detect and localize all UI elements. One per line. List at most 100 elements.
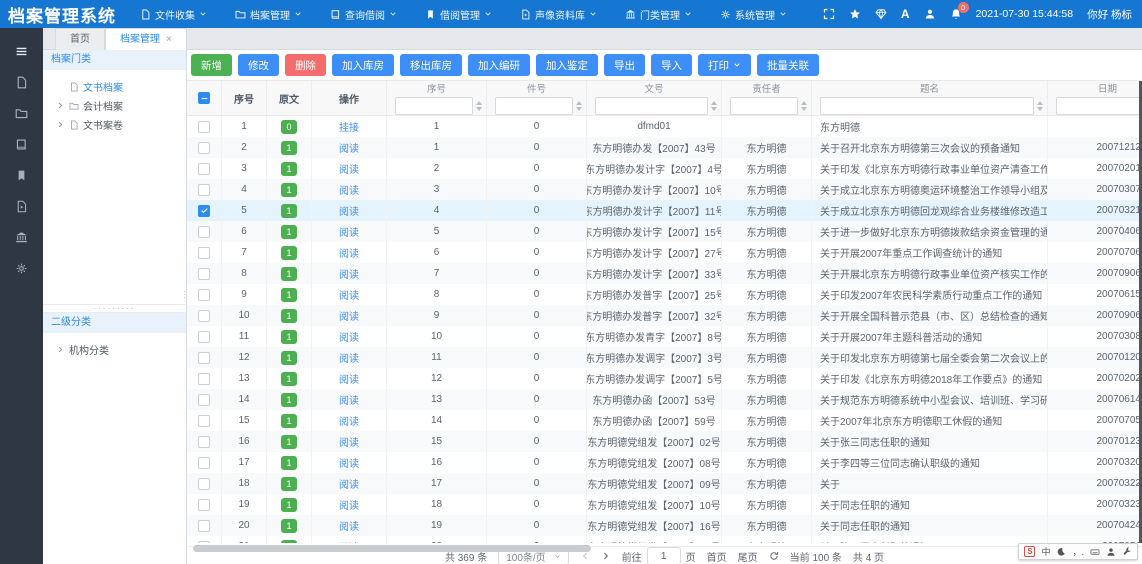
row-checkbox[interactable] <box>198 121 210 133</box>
borrow-management-icon[interactable] <box>0 160 43 191</box>
edit-button[interactable]: 修改 <box>238 54 279 76</box>
link-read[interactable]: 阅读 <box>339 518 359 533</box>
query-borrow-icon[interactable] <box>0 129 43 160</box>
link-read[interactable]: 阅读 <box>339 392 359 407</box>
link-read[interactable]: 阅读 <box>339 266 359 281</box>
sort-arrows[interactable] <box>476 101 482 111</box>
chevron-right-icon[interactable] <box>56 120 65 129</box>
tab-archive-management[interactable]: 档案管理× <box>105 28 187 50</box>
row-checkbox[interactable] <box>198 520 210 532</box>
bell-icon[interactable]: 0 <box>950 8 962 20</box>
link-read[interactable]: 阅读 <box>339 371 359 386</box>
refresh-icon[interactable] <box>769 551 779 561</box>
row-checkbox[interactable] <box>198 352 210 364</box>
link-read[interactable]: 阅读 <box>339 434 359 449</box>
link-read[interactable]: 阅读 <box>339 161 359 176</box>
link-read[interactable]: 阅读 <box>339 455 359 470</box>
ime-chinese-mode-icon[interactable]: 中 <box>1041 545 1050 558</box>
link-attach[interactable]: 挂接 <box>339 119 359 134</box>
remove-from-storeroom-button[interactable]: 移出库房 <box>400 54 462 76</box>
chevron-right-icon[interactable] <box>56 101 65 110</box>
link-read[interactable]: 阅读 <box>339 329 359 344</box>
row-checkbox[interactable] <box>198 457 210 469</box>
row-checkbox[interactable] <box>198 478 210 490</box>
row-checkbox[interactable] <box>198 394 210 406</box>
row-checkbox[interactable] <box>198 331 210 343</box>
ime-halfwidth-moon-icon[interactable] <box>1056 547 1066 557</box>
row-checkbox[interactable] <box>198 142 210 154</box>
theme-gem-icon[interactable] <box>875 8 887 20</box>
filter-input-责任者[interactable] <box>730 97 798 115</box>
ime-punctuation-icon[interactable]: ，. <box>1072 545 1084 558</box>
link-read[interactable]: 阅读 <box>339 308 359 323</box>
link-read[interactable]: 阅读 <box>339 287 359 302</box>
topnav-item-3[interactable]: 借阅管理 <box>425 7 492 22</box>
sort-arrows[interactable] <box>1037 101 1043 111</box>
row-checkbox[interactable] <box>198 541 210 544</box>
link-read[interactable]: 阅读 <box>339 224 359 239</box>
batch-link-button[interactable]: 批量关联 <box>757 54 819 76</box>
ime-logo-icon[interactable]: S <box>1024 546 1035 557</box>
link-read[interactable]: 阅读 <box>339 350 359 365</box>
link-read[interactable]: 阅读 <box>339 203 359 218</box>
media-library-icon[interactable] <box>0 191 43 222</box>
row-checkbox[interactable] <box>198 415 210 427</box>
category-management-icon[interactable] <box>0 222 43 253</box>
row-checkbox[interactable] <box>198 268 210 280</box>
row-checkbox[interactable] <box>198 310 210 322</box>
row-checkbox[interactable] <box>198 436 210 448</box>
topnav-item-0[interactable]: 文件收集 <box>140 7 207 22</box>
filter-input-日期[interactable] <box>1056 97 1142 115</box>
filter-input-件号[interactable] <box>495 97 573 115</box>
select-all-checkbox[interactable] <box>198 92 210 104</box>
ime-wrench-icon[interactable] <box>1122 547 1132 557</box>
sort-arrows[interactable] <box>711 101 717 111</box>
add-to-appraisal-button[interactable]: 加入鉴定 <box>536 54 598 76</box>
row-checkbox[interactable] <box>198 373 210 385</box>
row-checkbox[interactable] <box>198 205 210 217</box>
topnav-item-4[interactable]: 声像资料库 <box>520 7 597 22</box>
row-checkbox[interactable] <box>198 247 210 259</box>
fullscreen-icon[interactable] <box>823 8 835 20</box>
user-icon[interactable] <box>924 8 936 20</box>
chevron-right-icon[interactable] <box>56 345 65 354</box>
export-button[interactable]: 导出 <box>604 54 645 76</box>
ime-keyboard-icon[interactable] <box>1090 547 1100 557</box>
topnav-item-6[interactable]: 系统管理 <box>720 7 787 22</box>
star-icon[interactable] <box>849 8 861 20</box>
row-checkbox[interactable] <box>198 289 210 301</box>
first-page-link[interactable]: 首页 <box>707 549 727 564</box>
add-to-storeroom-button[interactable]: 加入库房 <box>332 54 394 76</box>
add-button[interactable]: 新增 <box>191 54 232 76</box>
tree-item-0-0[interactable]: 文书档案 <box>43 77 186 96</box>
horizontal-scrollbar-thumb[interactable] <box>193 545 591 552</box>
filter-input-题名[interactable] <box>820 97 1034 115</box>
link-read[interactable]: 阅读 <box>339 497 359 512</box>
system-settings-icon[interactable] <box>0 253 43 284</box>
tree-item-0-1[interactable]: 会计档案 <box>43 96 186 115</box>
prev-page-button[interactable] <box>580 551 590 561</box>
tree-item-1-0[interactable]: 机构分类 <box>43 340 186 359</box>
link-read[interactable]: 阅读 <box>339 245 359 260</box>
filter-input-文号[interactable] <box>595 97 708 115</box>
import-button[interactable]: 导入 <box>651 54 692 76</box>
tab-home[interactable]: 首页 <box>55 28 105 50</box>
vertical-splitter[interactable]: ··· <box>183 290 186 299</box>
next-page-button[interactable] <box>601 551 611 561</box>
row-checkbox[interactable] <box>198 499 210 511</box>
filter-input-序号[interactable] <box>395 97 473 115</box>
close-icon[interactable]: × <box>166 29 172 50</box>
topnav-item-1[interactable]: 档案管理 <box>235 7 302 22</box>
link-read[interactable]: 阅读 <box>339 140 359 155</box>
ime-user-icon[interactable] <box>1106 547 1116 557</box>
link-read[interactable]: 阅读 <box>339 539 359 543</box>
sort-arrows[interactable] <box>576 101 582 111</box>
link-read[interactable]: 阅读 <box>339 182 359 197</box>
font-size-icon[interactable]: A <box>901 7 910 21</box>
print-button[interactable]: 打印 <box>698 54 751 76</box>
link-read[interactable]: 阅读 <box>339 476 359 491</box>
menu-icon[interactable] <box>0 36 43 67</box>
topnav-item-5[interactable]: 门类管理 <box>625 7 692 22</box>
link-read[interactable]: 阅读 <box>339 413 359 428</box>
row-checkbox[interactable] <box>198 163 210 175</box>
